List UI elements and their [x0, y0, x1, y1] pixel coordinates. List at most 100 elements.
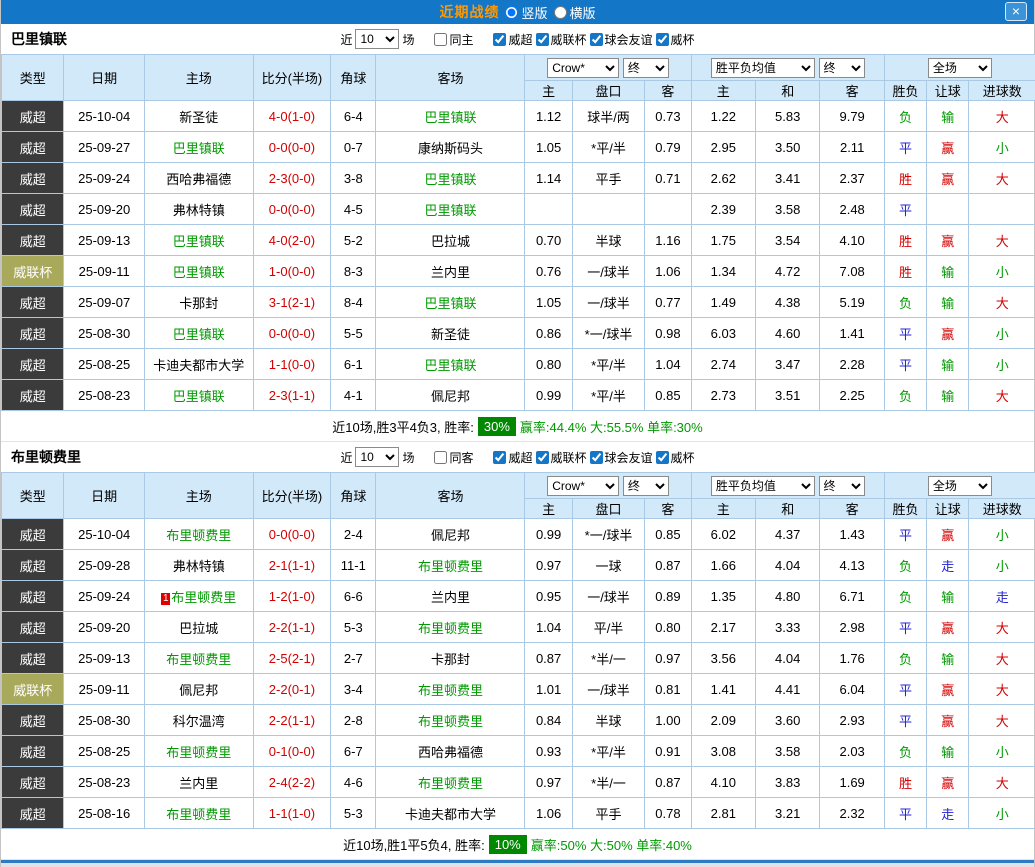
league-filter-friendly[interactable]: 球会友谊	[590, 449, 653, 466]
match-count-select[interactable]: 10	[355, 29, 399, 49]
league-filter-cup-checkbox[interactable]	[656, 33, 669, 46]
avg-draw: 3.47	[756, 349, 820, 380]
match-row[interactable]: 威超25-09-27巴里镇联0-0(0-0)0-7康纳斯码头1.05*平/半0.…	[2, 132, 1035, 163]
handicap-odds-away: 1.00	[645, 705, 691, 736]
result-cell: 平	[884, 674, 926, 705]
league-filter-friendly-checkbox[interactable]	[590, 33, 603, 46]
match-row[interactable]: 威联杯25-09-11巴里镇联1-0(0-0)8-3兰内里0.76一/球半1.0…	[2, 256, 1035, 287]
odds-company-select[interactable]: Crow*	[547, 476, 619, 496]
match-row[interactable]: 威超25-09-24西哈弗福德2-3(0-0)3-8巴里镇联1.14平手0.71…	[2, 163, 1035, 194]
col-corner: 角球	[331, 55, 376, 101]
close-icon[interactable]: ×	[1005, 2, 1027, 21]
match-row[interactable]: 威超25-10-04新圣徒4-0(1-0)6-4巴里镇联1.12球半/两0.73…	[2, 101, 1035, 132]
period-select[interactable]: 全场	[928, 58, 992, 78]
match-row[interactable]: 威超25-08-16布里顿费里1-1(1-0)5-3卡迪夫都市大学1.06平手0…	[2, 798, 1035, 829]
handicap-odds-home: 0.93	[525, 736, 572, 767]
filter-bar: 近 10 场 同客 威超 威联杯 球会	[340, 447, 694, 467]
odds-time-select[interactable]: 终	[623, 476, 669, 496]
match-count-select[interactable]: 10	[355, 447, 399, 467]
col-goals: 进球数	[969, 81, 1035, 101]
match-row[interactable]: 威超25-08-30科尔温湾2-2(1-1)2-8布里顿费里0.84半球1.00…	[2, 705, 1035, 736]
handicap-odds-away: 0.81	[645, 674, 691, 705]
avg-lose: 4.13	[820, 550, 884, 581]
away-team: 佩尼邦	[376, 519, 525, 550]
col-odds-home: 主	[525, 499, 572, 519]
league-filter-leaguecup[interactable]: 威联杯	[536, 449, 587, 466]
same-side-checkbox[interactable]	[434, 33, 447, 46]
handicap-result-cell: 赢	[927, 318, 969, 349]
col-avg-away: 客	[820, 499, 884, 519]
avg-lose: 2.37	[820, 163, 884, 194]
away-team: 巴里镇联	[376, 101, 525, 132]
goals-cell: 小	[969, 132, 1035, 163]
result-cell: 平	[884, 194, 926, 225]
handicap-result-cell: 赢	[927, 519, 969, 550]
avg-draw: 4.37	[756, 519, 820, 550]
match-row[interactable]: 威超25-09-20巴拉城2-2(1-1)5-3布里顿费里1.04平/半0.80…	[2, 612, 1035, 643]
match-row[interactable]: 威超25-09-241布里顿费里1-2(1-0)6-6兰内里0.95一/球半0.…	[2, 581, 1035, 612]
league-filter-super[interactable]: 威超	[493, 31, 532, 48]
col-type: 类型	[2, 55, 64, 101]
odds-time-select[interactable]: 终	[623, 58, 669, 78]
layout-vertical-option[interactable]: 竖版	[505, 3, 547, 22]
match-row[interactable]: 威超25-09-13布里顿费里2-5(2-1)2-7卡那封0.87*半/一0.9…	[2, 643, 1035, 674]
avg-type-select[interactable]: 胜平负均值	[711, 476, 815, 496]
away-team: 兰内里	[376, 256, 525, 287]
layout-horizontal-radio[interactable]	[554, 6, 567, 19]
match-row[interactable]: 威超25-08-30巴里镇联0-0(0-0)5-5新圣徒0.86*一/球半0.9…	[2, 318, 1035, 349]
league-filter-super-checkbox[interactable]	[493, 33, 506, 46]
league-filter-leaguecup[interactable]: 威联杯	[536, 31, 587, 48]
league-filter-leaguecup-checkbox[interactable]	[536, 33, 549, 46]
league-filter-leaguecup-checkbox[interactable]	[536, 451, 549, 464]
corner-score: 8-4	[331, 287, 376, 318]
home-team: 巴里镇联	[144, 380, 253, 411]
away-team: 佩尼邦	[376, 380, 525, 411]
league-filter-cup[interactable]: 威杯	[656, 31, 695, 48]
avg-type-select[interactable]: 胜平负均值	[711, 58, 815, 78]
match-row[interactable]: 威超25-09-07卡那封3-1(2-1)8-4巴里镇联1.05一/球半0.77…	[2, 287, 1035, 318]
league-filter-friendly-checkbox[interactable]	[590, 451, 603, 464]
league-filter-cup-checkbox[interactable]	[656, 451, 669, 464]
odds-company-select[interactable]: Crow*	[547, 58, 619, 78]
avg-lose: 1.41	[820, 318, 884, 349]
league-type-badge: 威超	[2, 225, 64, 256]
same-side-checkbox[interactable]	[434, 451, 447, 464]
half-score: 0-1(0-0)	[253, 736, 331, 767]
league-type-badge: 威超	[2, 318, 64, 349]
league-type-badge: 威超	[2, 101, 64, 132]
avg-draw: 4.04	[756, 550, 820, 581]
handicap-odds-home: 0.86	[525, 318, 572, 349]
handicap-line: *一/球半	[572, 318, 644, 349]
layout-vertical-radio[interactable]	[505, 6, 518, 19]
match-row[interactable]: 威超25-08-25布里顿费里0-1(0-0)6-7西哈弗福德0.93*平/半0…	[2, 736, 1035, 767]
home-team: 布里顿费里	[144, 643, 253, 674]
league-filter-super[interactable]: 威超	[493, 449, 532, 466]
avg-time-select[interactable]: 终	[819, 476, 865, 496]
avg-time-select[interactable]: 终	[819, 58, 865, 78]
league-filter-cup[interactable]: 威杯	[656, 449, 695, 466]
handicap-odds-away: 0.85	[645, 519, 691, 550]
match-row[interactable]: 威超25-08-23巴里镇联2-3(1-1)4-1佩尼邦0.99*平/半0.85…	[2, 380, 1035, 411]
away-team: 巴里镇联	[376, 349, 525, 380]
handicap-result-cell	[927, 194, 969, 225]
title-bar: 近期战绩 竖版 横版 ×	[1, 0, 1034, 24]
avg-controls: 胜平负均值 终	[691, 473, 884, 499]
match-row[interactable]: 威超25-09-20弗林特镇0-0(0-0)4-5巴里镇联2.393.582.4…	[2, 194, 1035, 225]
same-side-filter[interactable]: 同客	[434, 449, 473, 466]
match-row[interactable]: 威超25-09-28弗林特镇2-1(1-1)11-1布里顿费里0.97一球0.8…	[2, 550, 1035, 581]
same-side-filter[interactable]: 同主	[434, 31, 473, 48]
layout-horizontal-option[interactable]: 横版	[554, 3, 596, 22]
match-row[interactable]: 威超25-10-04布里顿费里0-0(0-0)2-4佩尼邦0.99*一/球半0.…	[2, 519, 1035, 550]
period-select[interactable]: 全场	[928, 476, 992, 496]
handicap-odds-home: 0.80	[525, 349, 572, 380]
match-row[interactable]: 威超25-08-25卡迪夫都市大学1-1(0-0)6-1巴里镇联0.80*平/半…	[2, 349, 1035, 380]
league-type-badge: 威超	[2, 767, 64, 798]
match-row[interactable]: 威超25-08-23兰内里2-4(2-2)4-6布里顿费里0.97*半/一0.8…	[2, 767, 1035, 798]
avg-draw: 4.38	[756, 287, 820, 318]
league-filter-super-checkbox[interactable]	[493, 451, 506, 464]
match-row[interactable]: 威超25-09-13巴里镇联4-0(2-0)5-2巴拉城0.70半球1.161.…	[2, 225, 1035, 256]
league-filter-friendly[interactable]: 球会友谊	[590, 31, 653, 48]
home-team: 兰内里	[144, 767, 253, 798]
match-row[interactable]: 威联杯25-09-11佩尼邦2-2(0-1)3-4布里顿费里1.01一/球半0.…	[2, 674, 1035, 705]
avg-draw: 3.60	[756, 705, 820, 736]
